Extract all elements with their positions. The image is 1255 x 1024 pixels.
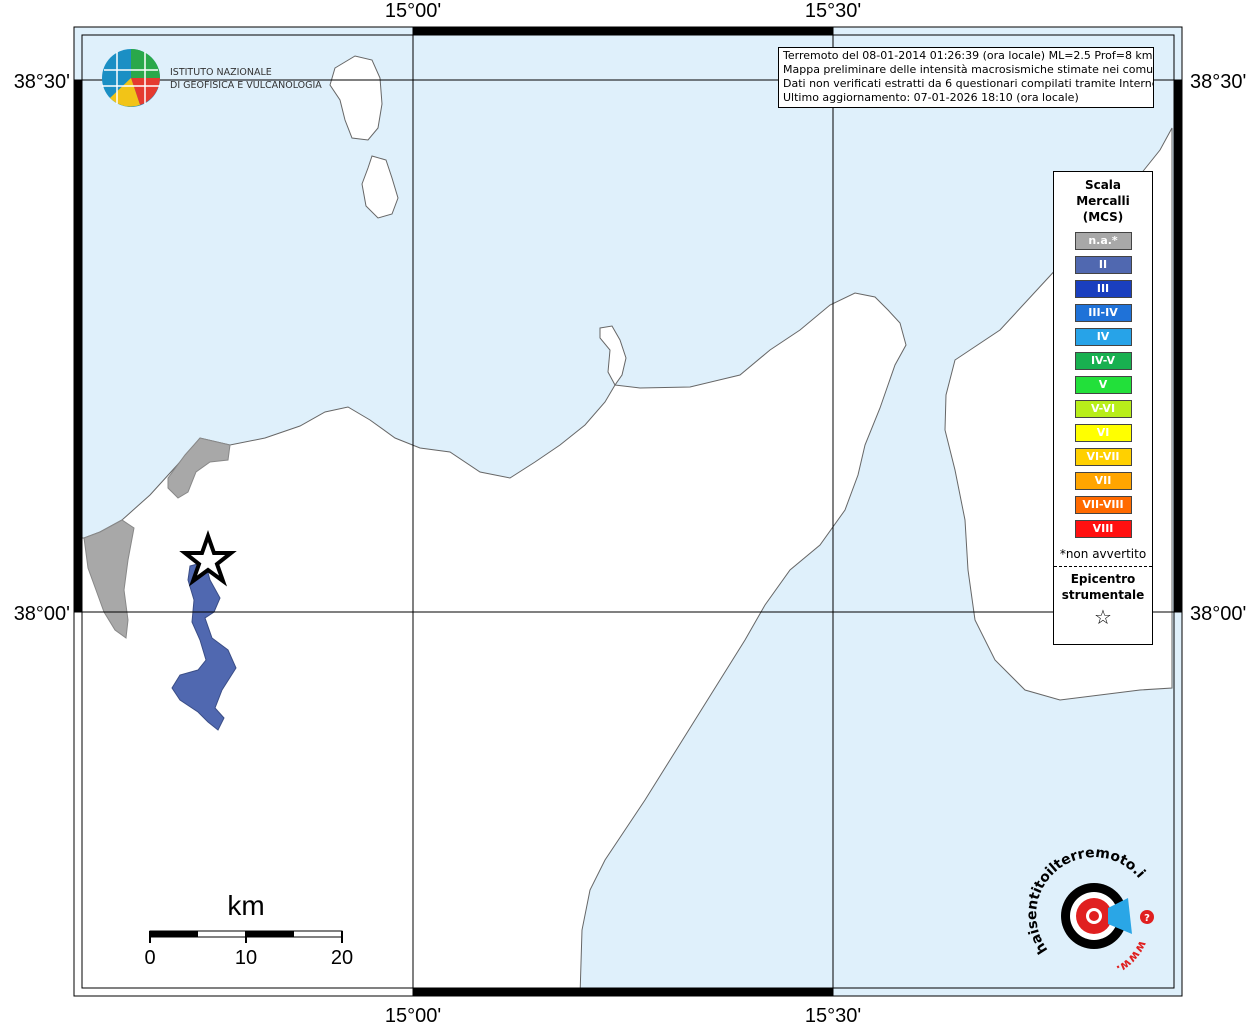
legend-swatch: III-IV bbox=[1074, 304, 1132, 322]
lon-label-top-2: 15°30' bbox=[805, 0, 861, 22]
lat-label-right-2: 38°00' bbox=[1190, 603, 1246, 625]
scale-unit: km bbox=[227, 890, 264, 921]
scale-tick-10: 10 bbox=[235, 947, 257, 969]
legend-swatch: IV bbox=[1074, 328, 1132, 346]
lat-label-right-1: 38°30' bbox=[1190, 71, 1246, 93]
legend-epicenter-line-2: strumentale bbox=[1061, 588, 1145, 602]
legend-swatch: VI-VII bbox=[1074, 448, 1132, 466]
lon-label-bottom-1: 15°00' bbox=[385, 1005, 441, 1024]
logo-line-2: DI GEOFISICA E VULCANOLOGIA bbox=[170, 80, 322, 91]
legend-swatch: VIII bbox=[1074, 520, 1132, 538]
svg-text:?: ? bbox=[1144, 913, 1150, 924]
legend-epicenter-label: Epicentro strumentale bbox=[1054, 571, 1152, 603]
event-info-box: Terremoto del 08-01-2014 01:26:39 (ora l… bbox=[778, 47, 1154, 108]
legend-swatch: V bbox=[1074, 376, 1132, 394]
legend-epicenter-line-1: Epicentro bbox=[1070, 572, 1136, 586]
event-info-line-3: Dati non verificati estratti da 6 questi… bbox=[783, 77, 1154, 90]
event-info-line-4: Ultimo aggiornamento: 07-01-2026 18:10 (… bbox=[783, 91, 1079, 104]
legend-title-2: Mercalli bbox=[1076, 194, 1130, 208]
legend-swatches: n.a.* II III III-IV IV IV-V V V-VI VI VI-VII VII VI… bbox=[1054, 232, 1152, 538]
lat-label-left-2: 38°00' bbox=[14, 603, 70, 625]
logo-line-1: ISTITUTO NAZIONALE bbox=[170, 67, 272, 78]
legend-swatch: n.a.* bbox=[1074, 232, 1132, 250]
legend-swatch: VII-VIII bbox=[1074, 496, 1132, 514]
legend-swatch: VI bbox=[1074, 424, 1132, 442]
legend-swatch: V-VI bbox=[1074, 400, 1132, 418]
lon-label-top-1: 15°00' bbox=[385, 0, 441, 22]
mercalli-legend: Scala Mercalli (MCS) n.a.* II III III-IV IV I… bbox=[1053, 171, 1153, 645]
legend-swatch: VII bbox=[1074, 472, 1132, 490]
lat-label-left-1: 38°30' bbox=[14, 71, 70, 93]
event-info-line-1: Terremoto del 08-01-2014 01:26:39 (ora l… bbox=[783, 49, 1153, 62]
legend-star-icon: ☆ bbox=[1094, 605, 1112, 629]
scale-tick-20: 20 bbox=[331, 947, 353, 969]
legend-swatch: III bbox=[1074, 280, 1132, 298]
legend-title: Scala Mercalli (MCS) bbox=[1054, 177, 1152, 225]
scale-tick-0: 0 bbox=[144, 947, 155, 969]
legend-title-1: Scala bbox=[1084, 178, 1122, 192]
lon-label-bottom-2: 15°30' bbox=[805, 1005, 861, 1024]
legend-title-3: (MCS) bbox=[1082, 210, 1124, 224]
legend-note: *non avvertito bbox=[1059, 547, 1147, 561]
legend-swatch: II bbox=[1074, 256, 1132, 274]
event-info-line-2: Mappa preliminare delle intensità macros… bbox=[783, 63, 1154, 76]
legend-swatch: IV-V bbox=[1074, 352, 1132, 370]
legend-divider bbox=[1054, 566, 1152, 567]
